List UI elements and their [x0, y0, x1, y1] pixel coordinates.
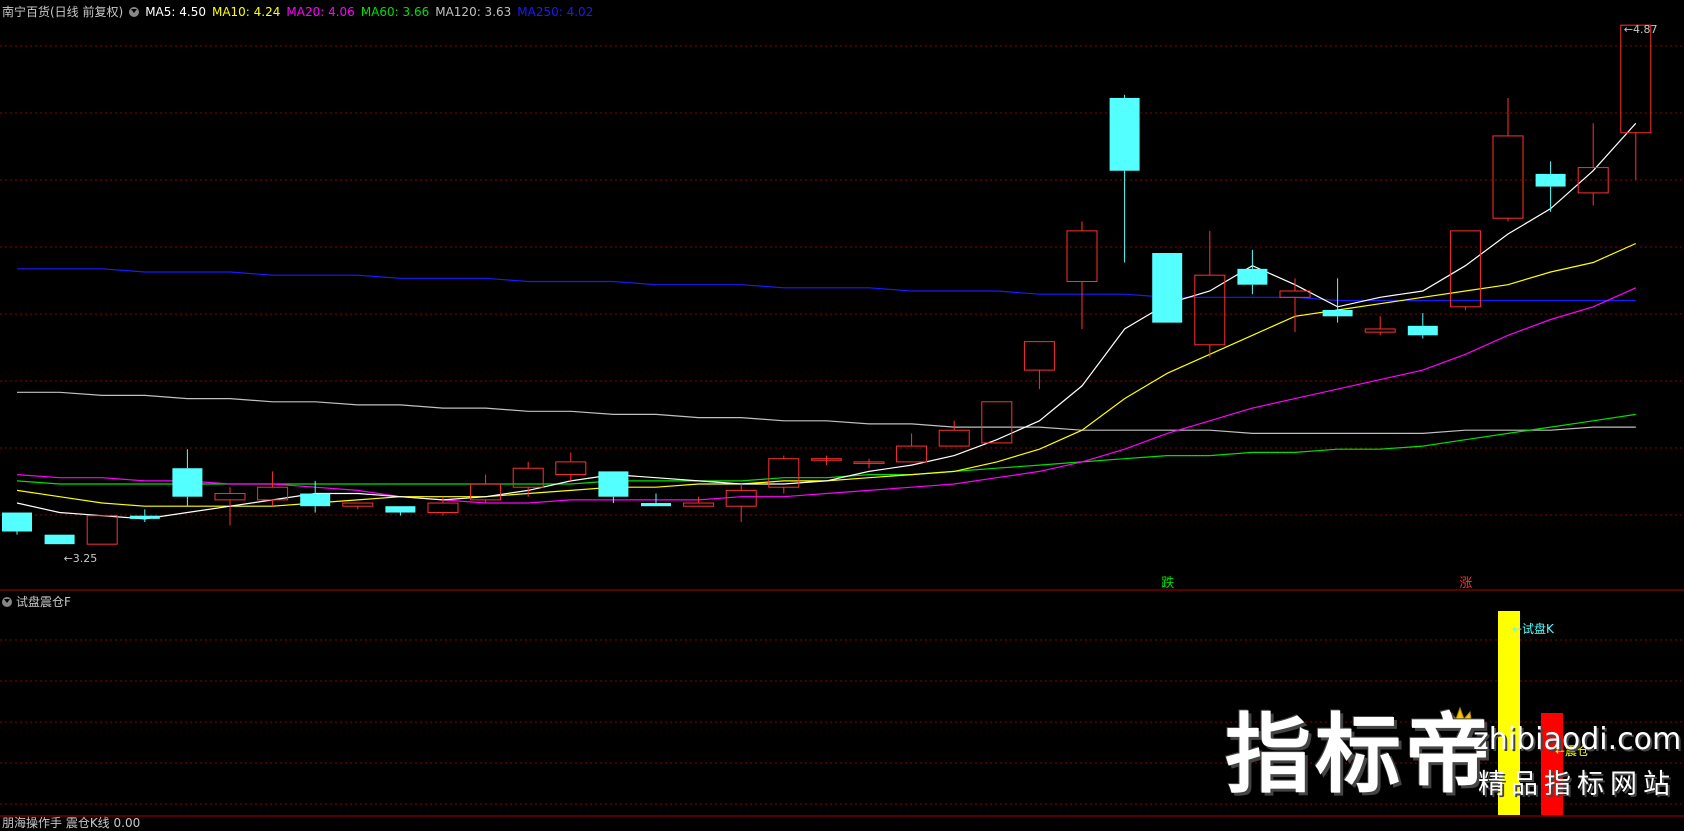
ma20-legend: MA20: 4.06 — [286, 5, 355, 19]
candle[interactable] — [2, 512, 32, 535]
candle-body — [1279, 290, 1311, 298]
candle[interactable] — [853, 458, 885, 469]
bottom-panel-title: 朋海操作手 震仓K线 0.00 — [2, 816, 141, 830]
candle[interactable] — [44, 534, 75, 545]
ma120-line — [17, 391, 1636, 434]
candle-body — [1492, 135, 1524, 219]
ma10-line — [16, 242, 1637, 507]
candle[interactable] — [1449, 230, 1481, 310]
candle-body — [214, 493, 246, 501]
high-price-label: ←4.87 — [1624, 23, 1658, 36]
candle-body — [981, 401, 1013, 444]
candle[interactable] — [1407, 313, 1438, 339]
candle[interactable] — [1535, 161, 1566, 212]
candle-body — [1364, 328, 1396, 333]
candle-body — [1407, 325, 1438, 336]
candle-body — [385, 506, 416, 513]
candle[interactable] — [300, 480, 331, 513]
candle[interactable] — [1066, 221, 1098, 329]
candle[interactable] — [86, 515, 118, 545]
watermark-slogan: 精品指标网站 — [1478, 769, 1676, 800]
ma120-legend: MA120: 3.63 — [435, 5, 512, 19]
candle-body — [1535, 173, 1566, 187]
sub-panel-legend: 试盘震仓F — [2, 593, 71, 610]
signal-down-label: 跌 — [1161, 575, 1174, 591]
candle-body — [1109, 97, 1140, 171]
candle[interactable] — [981, 401, 1013, 444]
candle-body — [938, 429, 970, 447]
candle-body — [641, 503, 671, 507]
test-k-label: ←试盘K — [1512, 621, 1555, 636]
chart-canvas[interactable]: ←3.25←4.87跌涨 ←试盘K←震仓 — [0, 0, 1684, 824]
main-legend: 南宁百货(日线 前复权) MA5: 4.50 MA10: 4.24 MA20: 4.0… — [2, 3, 599, 20]
bottom-panel-legend: 朋海操作手 震仓K线 0.00 — [2, 814, 140, 831]
candle-body — [44, 534, 75, 545]
candle-body — [683, 502, 715, 507]
candle-body — [1237, 268, 1268, 285]
watermark-site: zhibiaodi.com — [1473, 722, 1682, 757]
candle-body — [172, 468, 203, 497]
candle-body — [1023, 341, 1055, 371]
candle-body — [1194, 274, 1226, 346]
settings-circle-icon[interactable] — [2, 597, 12, 607]
ma250-legend: MA250: 4.02 — [517, 5, 594, 19]
candle-body — [1449, 230, 1481, 308]
candle-body — [300, 493, 331, 507]
security-title[interactable]: 南宁百货(日线 前复权) — [2, 5, 123, 19]
candle-body — [86, 515, 118, 545]
ma60-line — [16, 413, 1636, 485]
candle[interactable] — [725, 484, 757, 523]
candle-body — [1066, 230, 1098, 283]
sub-panel-title[interactable]: 试盘震仓F — [16, 595, 71, 609]
candle[interactable] — [1620, 24, 1652, 181]
candle-body — [555, 461, 587, 476]
candle-body — [598, 471, 629, 497]
candle[interactable] — [683, 496, 715, 507]
candle-body — [427, 502, 459, 514]
signal-up-label: 涨 — [1459, 576, 1472, 591]
watermark-main: 指标帝 — [1225, 705, 1495, 805]
candle[interactable] — [342, 502, 374, 510]
candle[interactable] — [810, 455, 842, 466]
settings-circle-icon[interactable] — [129, 7, 140, 17]
candle[interactable] — [598, 471, 629, 504]
grid-lines — [0, 45, 1684, 817]
ma5-legend: MA5: 4.50 — [145, 5, 206, 19]
candle-body — [2, 512, 32, 532]
candle-body — [1620, 24, 1652, 134]
candle-body — [1322, 309, 1353, 317]
candle[interactable] — [172, 449, 203, 507]
candle[interactable] — [1364, 316, 1396, 336]
candle-body — [129, 515, 160, 519]
candle[interactable] — [129, 509, 160, 523]
candle[interactable] — [1109, 94, 1140, 263]
candle[interactable] — [1577, 123, 1609, 206]
candle-body — [1152, 253, 1183, 323]
candle[interactable] — [470, 474, 502, 504]
candle[interactable] — [938, 420, 970, 447]
candle[interactable] — [385, 506, 416, 516]
candle[interactable] — [1492, 97, 1524, 222]
candle[interactable] — [1279, 278, 1311, 333]
candle[interactable] — [1152, 253, 1183, 323]
candle[interactable] — [768, 455, 800, 494]
candle[interactable] — [1237, 249, 1268, 295]
candle[interactable] — [1023, 341, 1055, 390]
ma60-legend: MA60: 3.66 — [360, 5, 430, 19]
ma20-line — [16, 287, 1637, 504]
candles[interactable] — [2, 24, 1652, 545]
candle[interactable] — [555, 452, 587, 481]
candle-body — [725, 489, 757, 507]
candle-body — [342, 502, 374, 507]
ma10-legend: MA10: 4.24 — [211, 5, 281, 19]
low-price-label: ←3.25 — [64, 552, 98, 565]
